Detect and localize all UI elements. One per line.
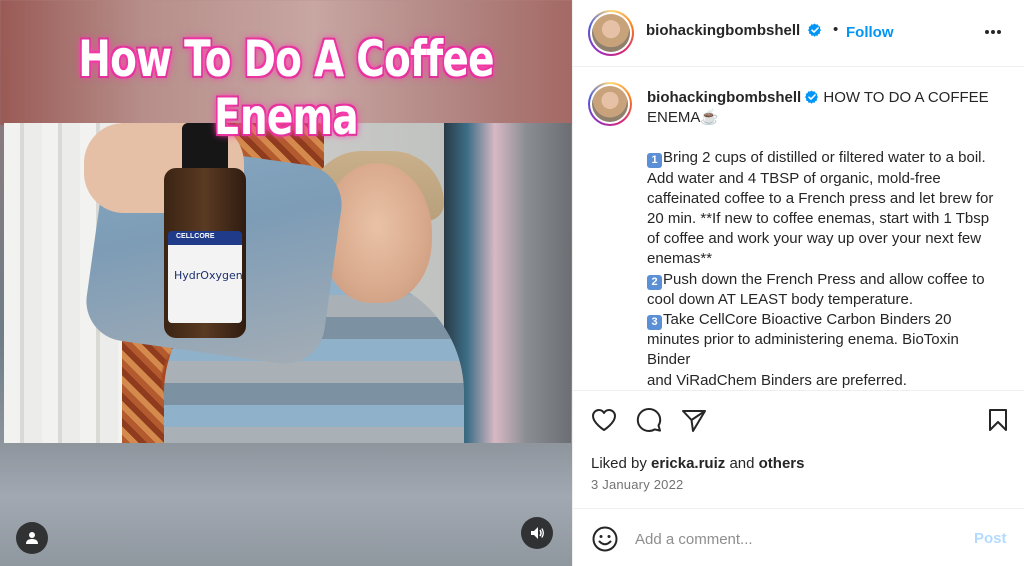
caption-username[interactable]: biohackingbombshell — [647, 89, 801, 106]
tagged-users-button[interactable] — [16, 522, 48, 554]
user-icon — [26, 532, 38, 544]
video-title-overlay: How To Do A Coffee Enema — [78, 30, 494, 146]
liked-by-text: Liked by ericka.ruiz and others — [591, 455, 804, 472]
follow-button[interactable]: Follow — [846, 24, 894, 41]
post-header: biohackingbombshell • Follow — [573, 0, 1024, 67]
liked-by-others-link[interactable]: others — [759, 455, 805, 472]
share-button[interactable] — [680, 406, 708, 434]
verified-badge-icon — [808, 23, 822, 37]
author-avatar[interactable] — [588, 10, 634, 56]
comment-bubble-icon — [636, 408, 662, 432]
liked-by-and: and — [729, 455, 755, 472]
caption-step-2: 2 Push down the French Press and allow co… — [647, 270, 1002, 310]
comment-input[interactable] — [635, 527, 955, 551]
caption-continuation: and ViRadChem Binders are preferred. — [647, 371, 907, 389]
paper-plane-icon — [682, 410, 706, 432]
verified-badge-icon — [805, 90, 819, 104]
audio-toggle-button[interactable] — [521, 517, 553, 549]
media-background-bottom — [0, 440, 572, 566]
caption-step-3: 3 Take CellCore Bioactive Carbon Binders … — [647, 310, 1002, 371]
video-frame[interactable]: CELLCORE HydrOxygen — [4, 123, 571, 443]
caption-text: biohackingbombshell HOW TO DO A COFFEE E… — [647, 88, 1002, 390]
header-separator: • — [833, 21, 839, 38]
keycap-1-icon: 1 — [647, 153, 662, 169]
author-username-link[interactable]: biohackingbombshell — [646, 22, 822, 39]
post-media[interactable]: CELLCORE HydrOxygen How To Do A Coffee E… — [0, 0, 572, 566]
caption-step-1: 1 Bring 2 cups of distilled or filtered w… — [647, 148, 1002, 269]
caption-scroll-area[interactable]: biohackingbombshell HOW TO DO A COFFEE E… — [573, 68, 1024, 390]
post-side-panel: biohackingbombshell • Follow biohackingb… — [572, 0, 1024, 566]
post-comment-button[interactable]: Post — [974, 530, 1007, 547]
liked-by-user-link[interactable]: ericka.ruiz — [651, 455, 725, 472]
more-horizontal-icon — [985, 30, 1001, 34]
emoji-picker-button[interactable] — [591, 525, 619, 553]
comment-button[interactable] — [635, 406, 663, 434]
smiley-icon — [592, 526, 618, 552]
caption-step-text: Take CellCore Bioactive Carbon Binders 2… — [647, 311, 959, 369]
speaker-icon — [531, 527, 544, 539]
author-username[interactable]: biohackingbombshell — [646, 22, 800, 39]
caption-author-avatar[interactable] — [588, 82, 632, 126]
scene-face — [322, 163, 432, 303]
save-button[interactable] — [984, 406, 1012, 434]
caption-step-text: Push down the French Press and allow cof… — [647, 270, 985, 308]
bookmark-icon — [989, 409, 1007, 431]
comment-bar: Post — [573, 508, 1024, 566]
bottle-label-text: HydrOxygen — [174, 269, 243, 282]
keycap-2-icon: 2 — [647, 274, 662, 290]
like-button[interactable] — [590, 406, 618, 434]
keycap-3-icon: 3 — [647, 315, 662, 331]
avatar-image — [592, 14, 630, 52]
post-date[interactable]: 3 January 2022 — [591, 477, 683, 492]
avatar-image — [592, 86, 628, 122]
heart-icon — [592, 409, 616, 431]
more-options-button[interactable] — [980, 22, 1006, 42]
bottle-brand: CELLCORE — [176, 233, 215, 240]
liked-by-prefix: Liked by — [591, 455, 647, 472]
caption-step-text: Bring 2 cups of distilled or filtered wa… — [647, 149, 994, 268]
action-bar — [573, 390, 1024, 450]
